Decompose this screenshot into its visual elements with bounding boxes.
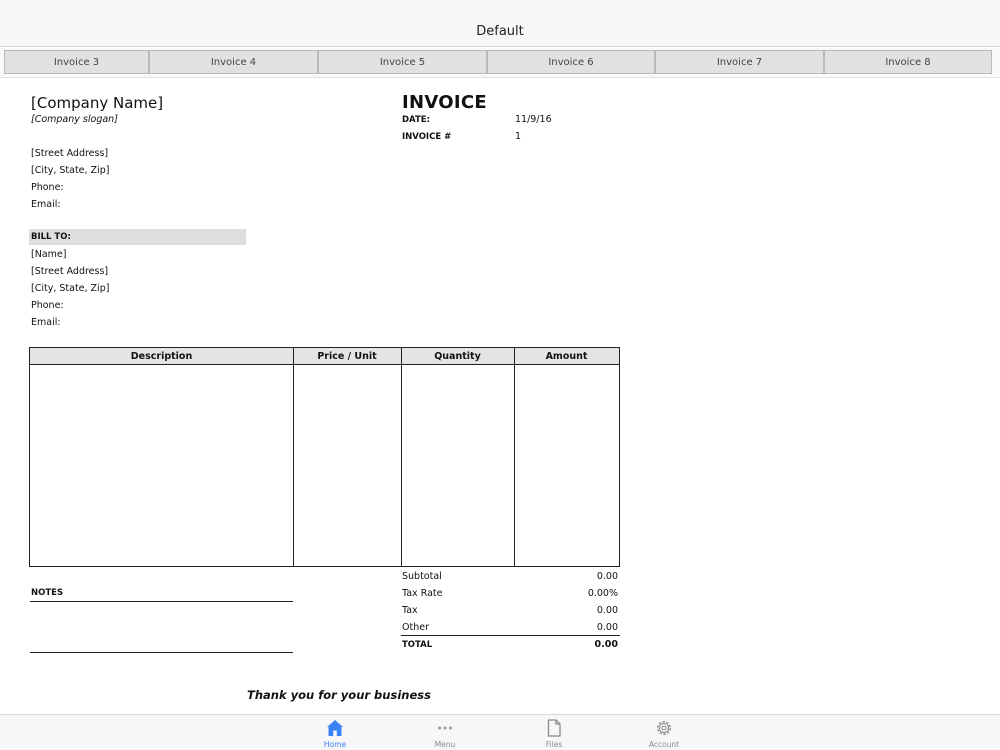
tab-invoice-7[interactable]: Invoice 7 [655, 50, 824, 74]
items-table[interactable]: Description Price / Unit Quantity Amount [29, 347, 620, 567]
more-dots-icon [438, 726, 452, 730]
tabbar-home[interactable]: Home [300, 718, 370, 750]
tab-invoice-5[interactable]: Invoice 5 [318, 50, 487, 74]
notes-bottom-line [30, 652, 293, 653]
notes-label: NOTES [31, 588, 64, 598]
invoice-number-label: INVOICE # [402, 132, 452, 142]
tax-rate-label: Tax Rate [402, 588, 443, 599]
tax-rate-value[interactable]: 0.00% [540, 588, 618, 599]
bottom-tab-bar: Home Menu Files Account [0, 714, 1000, 750]
sheet-tabs: Invoice 3 Invoice 4 Invoice 5 Invoice 6 … [0, 48, 1000, 78]
bill-to-email-label[interactable]: Email: [31, 317, 61, 328]
column-divider [401, 348, 402, 566]
other-label: Other [402, 622, 429, 633]
company-slogan[interactable]: [Company slogan] [31, 114, 118, 125]
navigation-bar: Default [0, 0, 1000, 47]
total-value: 0.00 [594, 639, 618, 650]
gear-icon [657, 721, 671, 735]
tab-invoice-4[interactable]: Invoice 4 [149, 50, 318, 74]
invoice-sheet[interactable]: [Company Name] [Company slogan] [Street … [0, 80, 1000, 714]
tabbar-menu-label: Menu [434, 740, 456, 749]
tabbar-menu[interactable]: Menu [410, 718, 480, 750]
column-divider [514, 348, 515, 566]
total-label: TOTAL [402, 640, 433, 650]
date-label: DATE: [402, 115, 430, 125]
tabbar-files-label: Files [545, 740, 563, 749]
bill-to-city[interactable]: [City, State, Zip] [31, 283, 109, 294]
file-icon [547, 719, 561, 737]
tabbar-account[interactable]: Account [629, 718, 699, 750]
tab-invoice-3[interactable]: Invoice 3 [4, 50, 149, 74]
nav-title: Default [476, 23, 524, 39]
company-email-label[interactable]: Email: [31, 199, 61, 210]
bill-to-phone-label[interactable]: Phone: [31, 300, 64, 311]
bill-to-street[interactable]: [Street Address] [31, 266, 108, 277]
date-value[interactable]: 11/9/16 [515, 114, 552, 125]
tab-invoice-8[interactable]: Invoice 8 [824, 50, 992, 74]
company-city[interactable]: [City, State, Zip] [31, 165, 109, 176]
tax-value: 0.00 [596, 605, 618, 616]
invoice-number-value[interactable]: 1 [515, 131, 521, 142]
bill-to-header: BILL TO: [31, 232, 71, 242]
bill-to-name[interactable]: [Name] [31, 249, 66, 260]
tab-invoice-6[interactable]: Invoice 6 [487, 50, 655, 74]
company-street[interactable]: [Street Address] [31, 148, 108, 159]
total-divider [401, 635, 620, 636]
column-divider [293, 348, 294, 566]
tabbar-files[interactable]: Files [519, 718, 589, 750]
company-name[interactable]: [Company Name] [31, 94, 163, 112]
other-value[interactable]: 0.00 [540, 622, 618, 633]
subtotal-label: Subtotal [402, 571, 442, 582]
app-window: Default Invoice 3 Invoice 4 Invoice 5 In… [0, 0, 1000, 750]
tabbar-home-label: Home [323, 740, 347, 749]
column-header-price-unit: Price / Unit [317, 351, 377, 362]
tabbar-account-label: Account [648, 740, 680, 749]
home-icon [327, 720, 343, 736]
company-phone-label[interactable]: Phone: [31, 182, 64, 193]
thank-you-note[interactable]: Thank you for your business [247, 688, 431, 702]
column-header-description: Description [130, 351, 193, 362]
column-header-amount: Amount [545, 351, 588, 362]
tax-label: Tax [402, 605, 418, 616]
subtotal-value: 0.00 [596, 571, 618, 582]
notes-divider [30, 601, 293, 602]
invoice-title: INVOICE [402, 92, 487, 113]
column-header-quantity: Quantity [434, 351, 481, 362]
